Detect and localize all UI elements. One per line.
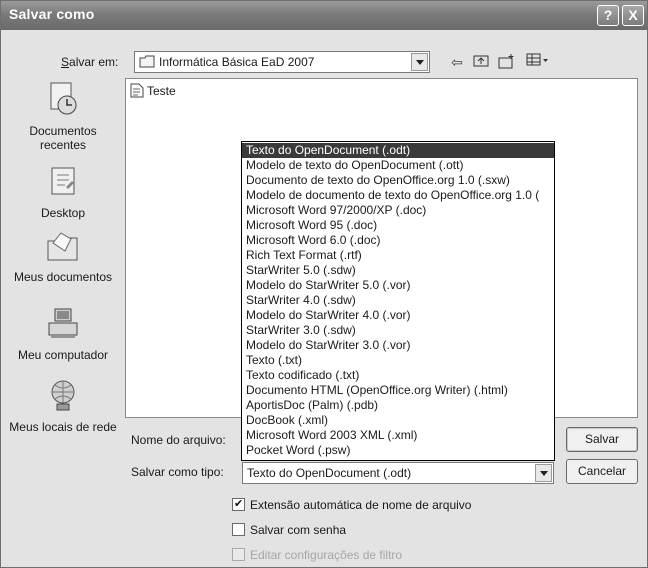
place-label: Desktop	[40, 206, 86, 220]
save-as-dialog: Salvar como ? X Salvar em: Informática B…	[0, 0, 648, 568]
dropdown-option[interactable]: Microsoft Word 97/2000/XP (.doc)	[242, 203, 554, 218]
save-in-label-rest: alvar em:	[69, 55, 119, 69]
dropdown-option[interactable]: Pocket Word (.psw)	[242, 443, 554, 458]
password-label: Salvar com senha	[250, 523, 347, 537]
dropdown-option[interactable]: Documento HTML (OpenOffice.org Writer) (…	[242, 383, 554, 398]
dropdown-option[interactable]: Modelo do StarWriter 5.0 (.vor)	[242, 278, 554, 293]
place-label: Documentos recentes	[29, 124, 97, 152]
chevron-down-icon[interactable]	[535, 464, 552, 482]
place-network[interactable]: Meus locais de rede	[5, 379, 121, 434]
new-folder-icon[interactable]	[497, 53, 517, 71]
auto-extension-checkbox[interactable]	[232, 497, 245, 511]
file-type-dropdown-list[interactable]: Texto do OpenDocument (.odt) Modelo de te…	[241, 141, 555, 461]
view-menu-icon[interactable]	[525, 53, 551, 71]
close-button[interactable]: X	[622, 5, 644, 26]
dropdown-option[interactable]: Documento de texto do OpenOffice.org 1.0…	[242, 173, 554, 188]
dropdown-option[interactable]: Rich Text Format (.rtf)	[242, 248, 554, 263]
save-in-label: Salvar em:	[61, 55, 119, 69]
password-checkbox[interactable]	[232, 523, 245, 536]
dropdown-option[interactable]: AportisDoc (Palm) (.pdb)	[242, 398, 554, 413]
place-label: Meus documentos	[13, 270, 113, 284]
auto-extension-label: Extensão automática de nome de arquivo	[250, 498, 472, 512]
place-my-documents[interactable]: Meus documentos	[5, 229, 121, 284]
dropdown-option[interactable]: StarWriter 5.0 (.sdw)	[242, 263, 554, 278]
file-type-value: Texto do OpenDocument (.odt)	[247, 466, 412, 480]
dialog-title: Salvar como	[9, 6, 95, 22]
place-recent-documents[interactable]: Documentos recentes	[5, 81, 121, 152]
dropdown-option[interactable]: Modelo de documento de texto do OpenOffi…	[242, 188, 554, 203]
desktop-icon	[5, 165, 121, 202]
chevron-down-icon[interactable]	[411, 53, 428, 71]
place-my-computer[interactable]: Meu computador	[5, 307, 121, 362]
cancel-button[interactable]: Cancelar	[566, 459, 638, 484]
file-type-label: Salvar como tipo:	[131, 465, 224, 479]
dropdown-option[interactable]: Texto codificado (.txt)	[242, 368, 554, 383]
dropdown-option[interactable]: DocBook (.xml)	[242, 413, 554, 428]
save-in-folder-icon	[139, 55, 155, 71]
places-bar: Documentos recentes Desktop Meus documen…	[5, 79, 121, 547]
file-type-combo[interactable]: Texto do OpenDocument (.odt)	[242, 462, 554, 484]
save-in-value: Informática Básica EaD 2007	[159, 55, 315, 69]
dropdown-option[interactable]: StarWriter 4.0 (.sdw)	[242, 293, 554, 308]
filter-settings-label: Editar configurações de filtro	[250, 548, 403, 562]
title-bar[interactable]: Salvar como ? X	[1, 1, 647, 30]
my-computer-icon	[5, 307, 121, 344]
dropdown-option[interactable]: Microsoft Word 6.0 (.doc)	[242, 233, 554, 248]
my-documents-icon	[5, 229, 121, 266]
place-label: Meu computador	[17, 348, 109, 362]
file-name: Teste	[147, 84, 176, 99]
dropdown-option[interactable]: Texto (.txt)	[242, 353, 554, 368]
place-label: Meus locais de rede	[9, 420, 117, 434]
save-button[interactable]: Salvar	[566, 427, 638, 452]
network-places-icon	[5, 379, 121, 416]
dropdown-option[interactable]: Modelo do StarWriter 4.0 (.vor)	[242, 308, 554, 323]
dropdown-option[interactable]: StarWriter 3.0 (.sdw)	[242, 323, 554, 338]
back-arrow-icon[interactable]: ⇦	[447, 53, 467, 71]
document-icon	[130, 83, 144, 101]
dropdown-option[interactable]: Microsoft Word 2003 XML (.xml)	[242, 428, 554, 443]
place-desktop[interactable]: Desktop	[5, 165, 121, 220]
recent-documents-icon	[5, 81, 121, 120]
dropdown-option[interactable]: Modelo de texto do OpenDocument (.ott)	[242, 158, 554, 173]
list-item[interactable]: Teste	[130, 83, 176, 101]
dropdown-option[interactable]: Texto do OpenDocument (.odt)	[242, 143, 554, 158]
save-in-combo[interactable]: Informática Básica EaD 2007	[134, 51, 430, 73]
filter-settings-checkbox	[232, 548, 245, 561]
up-folder-icon[interactable]	[471, 53, 491, 71]
help-button[interactable]: ?	[597, 5, 619, 26]
file-name-label: Nome do arquivo:	[131, 433, 226, 447]
dropdown-option[interactable]: Microsoft Word 95 (.doc)	[242, 218, 554, 233]
dropdown-option[interactable]: Modelo do StarWriter 3.0 (.vor)	[242, 338, 554, 353]
